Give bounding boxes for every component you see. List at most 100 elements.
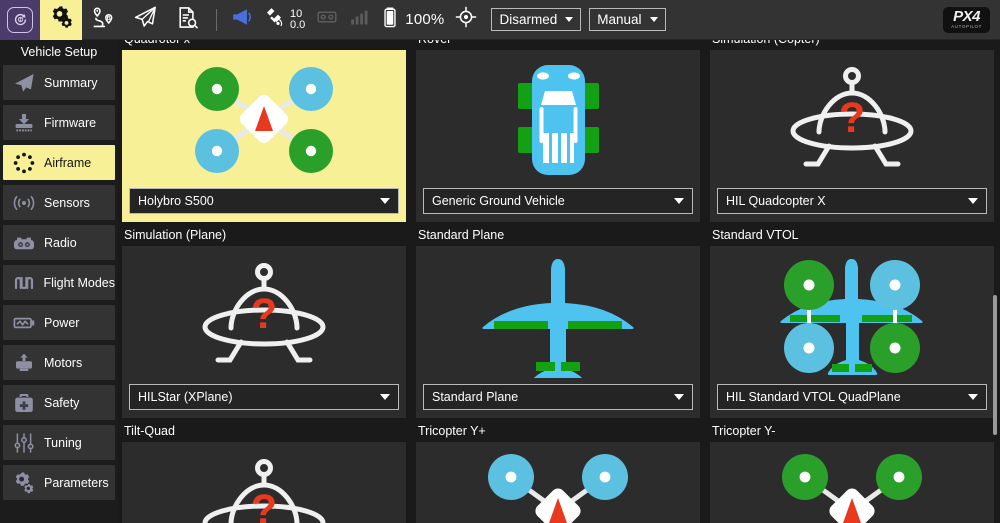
- paper-plane-icon: [132, 4, 158, 35]
- gps-satellite-count: 10: [290, 7, 303, 20]
- sidebar-label: Parameters: [44, 475, 109, 490]
- airframe-value: HILStar (XPlane): [138, 390, 233, 404]
- airframe-dots-icon: [9, 151, 39, 175]
- document-search-icon: [175, 5, 200, 35]
- airframe-cell-tricopter-y-minus: Tricopter Y-: [706, 418, 1000, 523]
- flight-mode-dropdown[interactable]: Manual: [589, 8, 666, 31]
- ufo-unknown-icon: ?: [717, 56, 987, 182]
- qgc-logo-button[interactable]: [0, 0, 40, 40]
- airframe-cell-quadrotor-x: Quadrotor x: [118, 40, 412, 222]
- airframe-select-standard-vtol[interactable]: HIL Standard VTOL QuadPlane: [717, 384, 987, 410]
- rc-transmitter-icon: [315, 5, 339, 34]
- ufo-unknown-icon: ?: [129, 252, 399, 378]
- airframe-select-quadrotor-x[interactable]: Holybro S500: [129, 188, 399, 214]
- airframe-card-tricopter-y-plus[interactable]: [416, 442, 700, 523]
- plane-icon: [423, 252, 693, 378]
- airframe-card-tilt-quad[interactable]: ?: [122, 442, 406, 523]
- gps-values: 10 0.0: [290, 7, 306, 31]
- qgc-logo-icon: [7, 6, 33, 33]
- toolbar-button-plan[interactable]: B: [82, 0, 124, 40]
- vertical-scrollbar[interactable]: [993, 295, 997, 435]
- firmware-chip-icon: [9, 111, 39, 135]
- toolbar-rc-indicator[interactable]: [310, 0, 344, 40]
- chevron-down-icon: [968, 394, 978, 401]
- ufo-unknown-icon: ?: [129, 448, 399, 523]
- airframe-card-standard-plane[interactable]: Standard Plane: [416, 246, 700, 418]
- sidebar-label: Summary: [44, 75, 98, 90]
- toolbar-button-analyze[interactable]: [166, 0, 208, 40]
- airframe-title: Standard Plane: [418, 228, 505, 242]
- toolbar-button-fly[interactable]: [124, 0, 166, 40]
- battery-power-icon: [9, 311, 39, 335]
- tricopter-yplus-icon: [423, 448, 693, 523]
- airframe-cell-simulation-copter: Simulation (Copter) ?: [706, 40, 1000, 222]
- airframe-title: Quadrotor x: [122, 40, 406, 50]
- toolbar-battery-indicator[interactable]: 100%: [374, 0, 449, 40]
- sidebar-label: Firmware: [44, 115, 97, 130]
- sidebar-item-summary[interactable]: Summary: [3, 65, 115, 100]
- battery-icon: [379, 6, 401, 33]
- airframe-select-standard-plane[interactable]: Standard Plane: [423, 384, 693, 410]
- sidebar-label: Sensors: [44, 195, 90, 210]
- svg-text:?: ?: [839, 94, 865, 142]
- airframe-value: Generic Ground Vehicle: [432, 194, 565, 208]
- airframe-card-standard-vtol[interactable]: HIL Standard VTOL QuadPlane: [710, 246, 994, 418]
- sidebar-title: Vehicle Setup: [20, 45, 98, 59]
- airframe-value: HIL Quadcopter X: [726, 194, 826, 208]
- sidebar-item-parameters[interactable]: Parameters: [3, 465, 115, 500]
- paper-plane-icon: [9, 71, 39, 95]
- tricopter-yminus-icon: [717, 448, 987, 523]
- sidebar-item-power[interactable]: Power: [3, 305, 115, 340]
- airframe-title: Simulation (Copter): [710, 40, 994, 50]
- svg-text:B: B: [106, 16, 110, 22]
- airframe-card-rover[interactable]: Generic Ground Vehicle: [416, 50, 700, 222]
- px4-brand-sub: AUTOPILOT: [951, 23, 982, 29]
- px4-brand-name: PX4: [953, 7, 981, 25]
- sidebar-item-flight-modes[interactable]: Flight Modes: [3, 265, 115, 300]
- safety-kit-icon: [9, 391, 39, 415]
- airframe-cell-tilt-quad: Tilt-Quad ?: [118, 418, 412, 523]
- airframe-cell-rover: Rover: [412, 40, 706, 222]
- airframe-card-tricopter-y-minus[interactable]: [710, 442, 994, 523]
- airframe-select-rover[interactable]: Generic Ground Vehicle: [423, 188, 693, 214]
- toolbar-button-vehicle-setup[interactable]: [40, 0, 82, 40]
- chevron-down-icon: [380, 394, 390, 400]
- vehicle-setup-sidebar: Vehicle Setup Summary Firmware Airframe …: [0, 40, 118, 523]
- airframe-card-simulation-plane[interactable]: ? HILStar (XPlane): [122, 246, 406, 418]
- airframe-title: Tilt-Quad: [124, 424, 175, 438]
- sidebar-item-airframe[interactable]: Airframe: [3, 145, 115, 180]
- toolbar-gps-indicator[interactable]: 10 0.0: [259, 0, 310, 40]
- toolbar-divider: [216, 8, 217, 31]
- toolbar-gps-lock-indicator[interactable]: [449, 0, 483, 40]
- signal-bars-icon: [349, 7, 369, 32]
- airframe-card-simulation-copter[interactable]: ? HIL Quadcopter X: [710, 50, 994, 222]
- airframe-select-simulation-plane[interactable]: HILStar (XPlane): [129, 384, 399, 410]
- sidebar-label: Airframe: [44, 155, 92, 170]
- sidebar-item-motors[interactable]: Motors: [3, 345, 115, 380]
- sidebar-item-radio[interactable]: Radio: [3, 225, 115, 260]
- sidebar-item-tuning[interactable]: Tuning: [3, 425, 115, 460]
- airframe-select-simulation-copter[interactable]: HIL Quadcopter X: [717, 188, 987, 214]
- chevron-down-icon: [380, 198, 390, 204]
- toolbar-message-button[interactable]: [225, 0, 259, 40]
- sidebar-item-sensors[interactable]: Sensors: [3, 185, 115, 220]
- toolbar-signal-indicator[interactable]: [344, 0, 374, 40]
- rc-transmitter-icon: [9, 231, 39, 255]
- gears-icon: [9, 471, 39, 495]
- gps-hdop-value: 0.0: [290, 18, 306, 31]
- sliders-icon: [9, 431, 39, 455]
- chevron-down-icon: [565, 17, 574, 22]
- flight-modes-icon: [9, 271, 38, 295]
- sensors-waves-icon: [9, 191, 39, 215]
- satellite-icon: [264, 6, 287, 34]
- airframe-title: Standard VTOL: [712, 228, 799, 242]
- sidebar-item-firmware[interactable]: Firmware: [3, 105, 115, 140]
- chevron-down-icon: [649, 17, 658, 22]
- rover-icon: [423, 56, 693, 182]
- airframe-card-quadrotor-x[interactable]: Holybro S500: [122, 50, 406, 222]
- arm-state-dropdown[interactable]: Disarmed: [491, 8, 582, 31]
- megaphone-icon: [230, 5, 254, 34]
- chevron-down-icon: [968, 198, 978, 204]
- sidebar-item-safety[interactable]: Safety: [3, 385, 115, 420]
- top-toolbar: B 10 0.0 100% Disarmed Manual PX4 AUTOPI…: [0, 0, 1000, 40]
